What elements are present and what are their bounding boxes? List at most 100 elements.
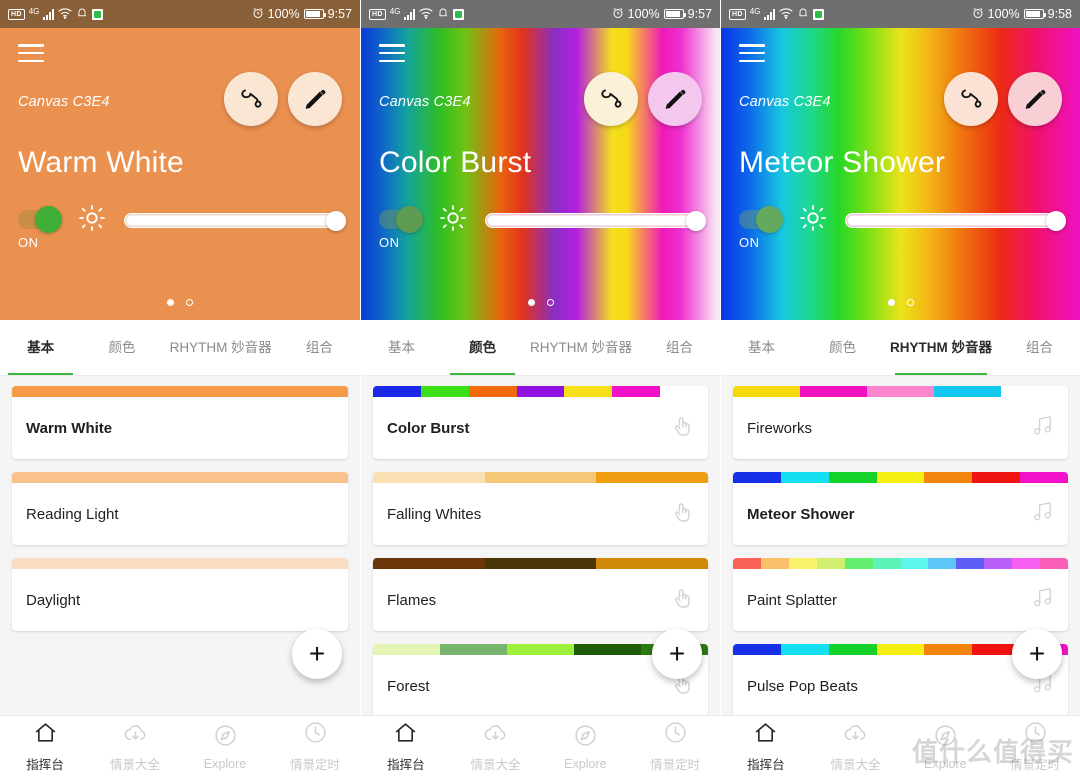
signal-bars-icon: [404, 8, 416, 20]
page-dot[interactable]: [546, 299, 554, 306]
nav-item-1[interactable]: 情景大全: [811, 720, 901, 773]
scene-card[interactable]: Reading Light: [12, 472, 348, 545]
bottom-navigation-bar: 指挥台 情景大全 Explore 情景定时: [721, 715, 1080, 777]
nav-item-label: 情景定时: [650, 758, 701, 772]
scene-card-title: Forest: [387, 677, 430, 695]
paint-bucket-icon[interactable]: [584, 72, 638, 126]
tab-2[interactable]: RHYTHM 妙音器: [523, 320, 639, 375]
tab-label: 颜色: [469, 339, 497, 355]
sun-icon: [78, 204, 106, 237]
brightness-slider-thumb[interactable]: [326, 210, 346, 231]
scene-color-swatch-bar: [373, 558, 708, 569]
scene-card[interactable]: Paint Splatter: [733, 558, 1068, 631]
hero-action-buttons: [224, 72, 342, 126]
scene-card[interactable]: Fireworks: [733, 386, 1068, 459]
power-toggle[interactable]: ON: [18, 205, 64, 250]
tab-0[interactable]: 基本: [361, 320, 442, 375]
brightness-slider[interactable]: [845, 210, 1066, 231]
wifi-icon: [419, 7, 433, 22]
hamburger-icon[interactable]: [379, 44, 405, 62]
page-dot[interactable]: [906, 299, 914, 306]
scene-list: Warm White Reading Light Daylight +: [0, 376, 360, 715]
battery-icon: [663, 9, 686, 19]
pencil-icon[interactable]: [1008, 72, 1062, 126]
scene-card-body: Paint Splatter: [733, 569, 1068, 631]
scene-card[interactable]: Color Burst: [373, 386, 708, 459]
cloud-download-icon: [483, 720, 508, 750]
scene-hero-header: Canvas C3E4 Color Burst ON: [361, 28, 720, 320]
nav-item-1[interactable]: 情景大全: [451, 720, 541, 773]
scene-card[interactable]: Daylight: [12, 558, 348, 631]
scene-card[interactable]: Meteor Shower: [733, 472, 1068, 545]
scene-card-body: Falling Whites: [373, 483, 708, 545]
nav-item-0[interactable]: 指挥台: [0, 720, 90, 773]
nav-item-2[interactable]: Explore: [901, 723, 991, 771]
nav-item-0[interactable]: 指挥台: [361, 720, 451, 773]
tab-3[interactable]: 组合: [639, 320, 720, 375]
brightness-slider-thumb[interactable]: [686, 210, 706, 231]
paint-bucket-icon[interactable]: [944, 72, 998, 126]
app-status-icon: [453, 8, 465, 20]
tab-0[interactable]: 基本: [0, 320, 81, 375]
scene-color-swatch-bar: [733, 386, 1068, 397]
nav-item-2[interactable]: Explore: [541, 723, 631, 771]
power-toggle-label: ON: [379, 234, 400, 250]
nav-item-3[interactable]: 情景定时: [270, 720, 360, 773]
tab-1[interactable]: 颜色: [802, 320, 883, 375]
brightness-slider[interactable]: [485, 210, 706, 231]
scene-card-body: Meteor Shower: [733, 483, 1068, 545]
scene-card-title: Falling Whites: [387, 505, 482, 523]
network-type-label: 4G: [749, 6, 761, 16]
nav-item-1[interactable]: 情景大全: [90, 720, 180, 773]
tab-1[interactable]: 颜色: [442, 320, 523, 375]
hamburger-icon[interactable]: [739, 44, 765, 62]
scene-card[interactable]: Warm White: [12, 386, 348, 459]
tab-2[interactable]: RHYTHM 妙音器: [163, 320, 279, 375]
status-left-icons: HD 4G: [8, 7, 104, 22]
tab-1[interactable]: 颜色: [81, 320, 162, 375]
add-scene-button[interactable]: +: [1012, 629, 1062, 679]
tab-label: 组合: [305, 339, 333, 355]
alarm-icon: [972, 7, 984, 22]
page-dot-active[interactable]: [167, 299, 174, 306]
add-scene-button[interactable]: +: [292, 629, 342, 679]
touch-icon[interactable]: [670, 500, 694, 529]
alarm-icon: [612, 7, 624, 22]
alarm-icon: [252, 7, 264, 22]
add-scene-button[interactable]: +: [652, 629, 702, 679]
music-note-icon[interactable]: [1031, 414, 1054, 442]
scene-card[interactable]: Falling Whites: [373, 472, 708, 545]
touch-icon[interactable]: [670, 586, 694, 615]
pencil-icon[interactable]: [288, 72, 342, 126]
tab-0[interactable]: 基本: [721, 320, 802, 375]
nav-item-0[interactable]: 指挥台: [721, 720, 811, 773]
tab-3[interactable]: 组合: [279, 320, 360, 375]
brightness-slider-thumb[interactable]: [1046, 210, 1066, 231]
paint-bucket-icon[interactable]: [224, 72, 278, 126]
clock-icon: [303, 720, 328, 750]
touch-icon[interactable]: [670, 414, 694, 443]
tab-2[interactable]: RHYTHM 妙音器: [883, 320, 999, 375]
scene-card-title: Warm White: [26, 419, 113, 437]
music-note-icon[interactable]: [1031, 500, 1054, 528]
nav-item-2[interactable]: Explore: [180, 723, 270, 771]
hamburger-icon[interactable]: [18, 44, 44, 62]
scene-color-swatch-bar: [733, 472, 1068, 483]
scene-card[interactable]: Flames: [373, 558, 708, 631]
nav-item-3[interactable]: 情景定时: [990, 720, 1080, 773]
power-toggle[interactable]: ON: [379, 205, 425, 250]
music-note-icon[interactable]: [1031, 586, 1054, 614]
page-dot-active[interactable]: [527, 299, 535, 306]
tab-3[interactable]: 组合: [999, 320, 1080, 375]
nav-item-3[interactable]: 情景定时: [630, 720, 720, 773]
tab-label: 组合: [1025, 339, 1053, 355]
phone-screen-2: HD 4G 100% 9:57 Canvas C3E4 Color Burst ON 基本 颜色…: [360, 0, 720, 777]
page-dot-active[interactable]: [887, 299, 895, 306]
status-left-icons: HD 4G: [729, 6, 825, 22]
tab-label: 基本: [748, 339, 776, 355]
brightness-slider[interactable]: [124, 210, 346, 231]
power-toggle[interactable]: ON: [739, 205, 785, 250]
pencil-icon[interactable]: [648, 72, 702, 126]
page-dot[interactable]: [186, 299, 193, 306]
nav-item-label: Explore: [564, 756, 607, 771]
